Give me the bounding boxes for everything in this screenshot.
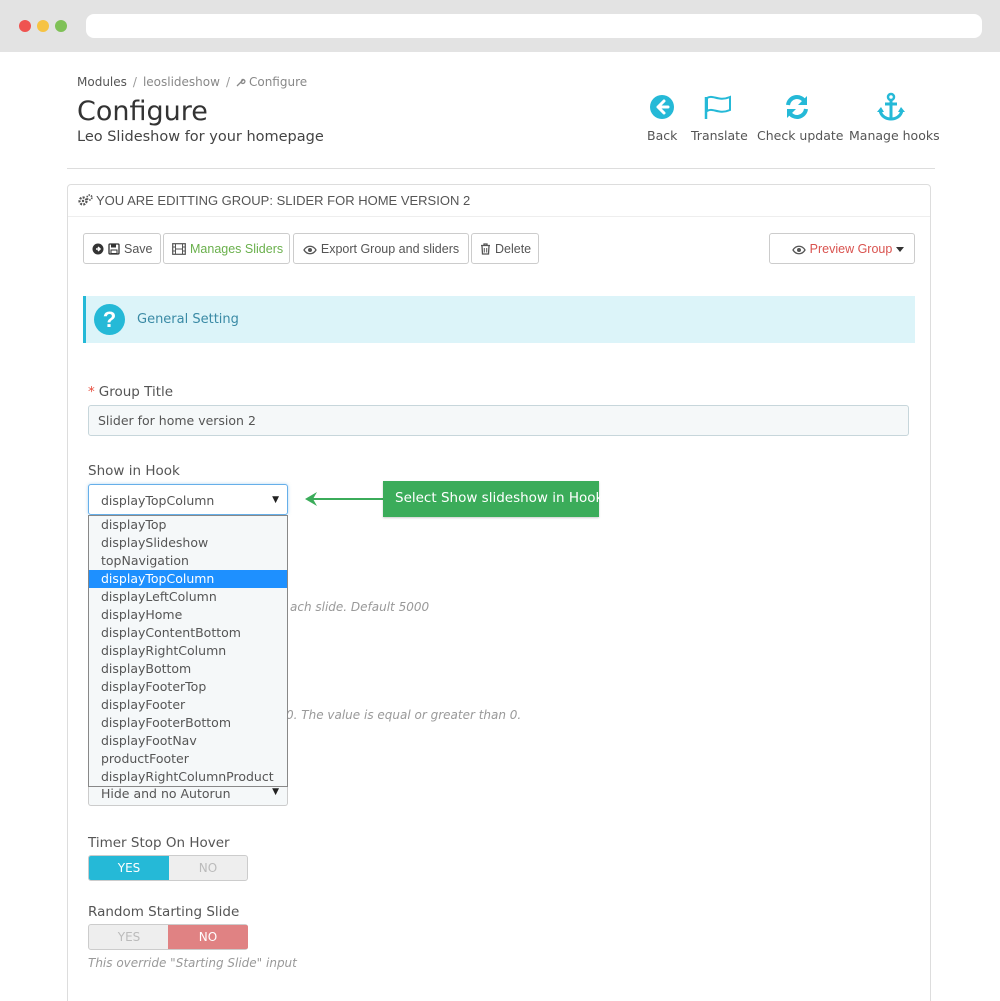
floppy-disk-icon — [108, 242, 120, 255]
show-in-hook-label: Show in Hook — [88, 463, 180, 479]
timer-stop-no[interactable]: NO — [168, 856, 248, 880]
minimize-window-dot[interactable] — [37, 20, 49, 32]
navigator-select-value: Hide and no Autorun — [101, 786, 231, 801]
check-update-button[interactable]: Check update — [757, 92, 843, 143]
back-arrow-icon — [650, 95, 674, 119]
panel-heading-text: YOU ARE EDITTING GROUP: SLIDER FOR HOME … — [96, 193, 471, 208]
translate-button[interactable]: Translate — [691, 92, 748, 143]
preview-group-button[interactable]: Preview Group — [769, 233, 915, 264]
question-icon: ? — [94, 304, 125, 335]
film-icon — [172, 242, 186, 255]
delete-button[interactable]: Delete — [471, 233, 539, 264]
hook-option[interactable]: displayFooterTop — [89, 678, 287, 696]
flag-icon — [704, 95, 731, 119]
hook-dropdown-list: displayTop displaySlideshow topNavigation d… — [88, 515, 288, 787]
general-setting-label: General Setting — [137, 312, 239, 327]
page-header: Modules / leoslideshow / Configure Configure… — [67, 52, 940, 169]
value-hint: 0. The value is equal or greater than 0. — [286, 708, 522, 722]
page: Modules / leoslideshow / Configure Configure… — [0, 52, 1000, 1001]
breadcrumb-modules[interactable]: Modules — [77, 75, 127, 89]
circle-arrow-right-icon — [92, 243, 104, 254]
export-group-button[interactable]: Export Group and sliders — [293, 233, 469, 264]
wrench-icon — [236, 78, 246, 87]
hook-option[interactable]: displayBottom — [89, 660, 287, 678]
manage-hooks-label: Manage hooks — [849, 128, 940, 143]
config-panel: YOU ARE EDITTING GROUP: SLIDER FOR HOME … — [67, 184, 931, 1001]
hook-option[interactable]: productFooter — [89, 750, 287, 768]
manage-hooks-button[interactable]: Manage hooks — [849, 92, 940, 143]
gears-icon — [78, 194, 93, 206]
hook-option[interactable]: displayHome — [89, 606, 287, 624]
group-title-label: * Group Title — [88, 384, 174, 400]
random-start-yes[interactable]: YES — [89, 925, 169, 949]
header-divider — [67, 168, 935, 169]
hook-select[interactable]: displayTopColumn ▼ — [88, 484, 288, 515]
hook-option[interactable]: displayFooterBottom — [89, 714, 287, 732]
callout-arrow-icon — [305, 492, 383, 506]
address-bar[interactable] — [86, 14, 982, 38]
back-button[interactable]: Back — [647, 92, 677, 143]
browser-chrome — [0, 0, 1000, 52]
anchor-icon — [877, 92, 905, 121]
hook-option[interactable]: displayContentBottom — [89, 624, 287, 642]
chevron-down-icon: ▼ — [272, 787, 279, 797]
hook-option[interactable]: displayTopColumn — [89, 570, 287, 588]
eye-icon — [791, 245, 806, 254]
translate-label: Translate — [691, 128, 748, 143]
eye-icon — [303, 245, 317, 254]
random-start-hint: This override "Starting Slide" input — [88, 956, 297, 970]
hook-option[interactable]: displayFooter — [89, 696, 287, 714]
hook-option[interactable]: displaySlideshow — [89, 534, 287, 552]
group-title-input[interactable]: Slider for home version 2 — [88, 405, 909, 436]
hook-option[interactable]: topNavigation — [89, 552, 287, 570]
back-label: Back — [647, 128, 678, 143]
panel-heading: YOU ARE EDITTING GROUP: SLIDER FOR HOME … — [68, 185, 930, 217]
timer-stop-yes[interactable]: YES — [89, 856, 169, 880]
chevron-down-icon[interactable] — [896, 247, 904, 252]
annotation-callout: Select Show slideshow in Hook — [383, 481, 603, 517]
breadcrumb: Modules / leoslideshow / Configure — [77, 75, 308, 89]
hook-option[interactable]: displayRightColumn — [89, 642, 287, 660]
hook-option[interactable]: displayLeftColumn — [89, 588, 287, 606]
timer-stop-label: Timer Stop On Hover — [88, 835, 230, 851]
close-window-dot[interactable] — [19, 20, 31, 32]
maximize-window-dot[interactable] — [55, 20, 67, 32]
hook-option[interactable]: displayFootNav — [89, 732, 287, 750]
hook-option[interactable]: displayTop — [89, 516, 287, 534]
page-title: Configure — [77, 96, 208, 127]
trash-icon — [481, 242, 490, 255]
general-setting-alert: ? General Setting — [83, 296, 915, 343]
page-subtitle: Leo Slideshow for your homepage — [77, 129, 324, 145]
manage-sliders-button[interactable]: Manages Sliders — [163, 233, 290, 264]
check-update-label: Check update — [757, 128, 844, 143]
random-start-no[interactable]: NO — [168, 925, 248, 949]
hook-option[interactable]: displayRightColumnProduct — [89, 768, 287, 786]
save-button[interactable]: Save — [83, 233, 161, 264]
chevron-down-icon: ▼ — [272, 495, 279, 505]
breadcrumb-configure: Configure — [236, 75, 307, 89]
hook-select-value: displayTopColumn — [101, 493, 215, 508]
refresh-icon — [786, 95, 808, 119]
delay-hint: ach slide. Default 5000 — [290, 600, 430, 614]
breadcrumb-leoslideshow[interactable]: leoslideshow — [143, 75, 220, 89]
random-start-toggle: YES NO — [88, 924, 248, 950]
random-start-label: Random Starting Slide — [88, 904, 240, 920]
timer-stop-toggle: YES NO — [88, 855, 248, 881]
